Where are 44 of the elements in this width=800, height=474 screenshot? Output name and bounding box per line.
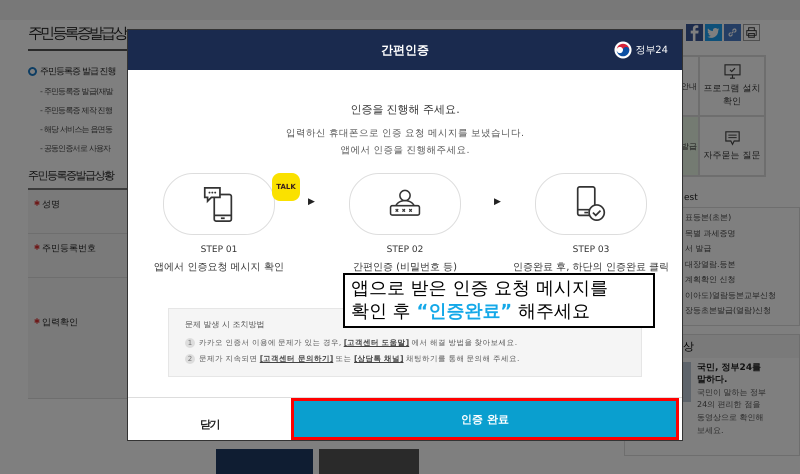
notice-item: - 해당 서비스는 읍면동 — [40, 124, 112, 135]
field-label: 주민등록번호 — [42, 243, 96, 255]
notice-heading: 주민등록증 발급 진행 — [40, 66, 116, 78]
print-icon[interactable] — [743, 24, 760, 41]
twitter-icon[interactable] — [705, 24, 722, 41]
annotation-callout: 앱으로 받은 인증 요청 메시지를 확인 후 “인증완료” 해주세요 — [343, 273, 655, 328]
notice-item: - 주민등록증 제작 진행 — [40, 105, 112, 116]
instruction-text: 인증을 진행해 주세요. — [350, 102, 460, 117]
step-number: STEP 01 — [200, 245, 238, 255]
service-link[interactable]: 서 발급 — [685, 243, 795, 258]
service-link[interactable]: 계획확인 신청 — [685, 274, 795, 290]
service-link[interactable]: 표등본(초본) — [685, 212, 795, 228]
service-link[interactable]: 대장열람.등본 — [685, 258, 795, 274]
shortcut-tile[interactable]: 자주묻는 질문 — [699, 116, 765, 176]
field-label: 성명 — [42, 199, 60, 211]
step-number: STEP 02 — [386, 245, 424, 255]
phone-check-icon — [574, 185, 608, 223]
step-description: 앱에서 인증요청 메시지 확인 — [154, 261, 284, 274]
facebook-icon[interactable] — [686, 24, 703, 41]
service-link[interactable]: 목별 과세증명 — [685, 228, 795, 243]
step-description: 인증완료 후, 하단의 인증완료 클릭 — [513, 261, 669, 274]
notice-item: - 공동인증서로 사용자 — [40, 143, 110, 154]
video-description: 국민이 말하는 정부24의 편리한 점을 동영상으로 확인해 보세요. — [697, 386, 767, 438]
emblem-icon — [614, 41, 632, 59]
service-link[interactable]: 이아도)열람등본교부신청 — [685, 290, 795, 305]
bullet-icon — [28, 67, 37, 76]
video-title: 국민, 정부24를 말하다. — [697, 362, 762, 387]
link-icon[interactable] — [724, 24, 741, 41]
message-text: 앱에서 인증을 진행해주세요. — [340, 144, 470, 157]
field-label: 입력확인 — [42, 317, 78, 329]
list-heading: est — [684, 193, 699, 203]
logo-text: 정부24 — [635, 44, 668, 57]
shortcut-tile[interactable]: 프로그램 설치 확인 — [699, 56, 765, 116]
step-description: 간편인증 (비밀번호 등) — [352, 261, 458, 274]
notice-item: - 주민등록증 발급(재발 — [40, 86, 113, 97]
arrow-icon: ▶ — [308, 197, 316, 207]
service-link[interactable]: 장등초본발급(열람)신청 — [685, 305, 795, 320]
confirm-button[interactable]: 인증 완료 — [291, 398, 679, 440]
speech-bubble-icon — [724, 130, 740, 146]
message-text: 입력하신 휴대폰으로 인증 요청 메시지를 보냈습니다. — [286, 127, 524, 140]
arrow-icon: ▶ — [494, 197, 502, 207]
step-number: STEP 03 — [572, 245, 610, 255]
help-title: 문제 발생 시 조치방법 — [185, 319, 266, 330]
monitor-icon — [724, 64, 740, 79]
